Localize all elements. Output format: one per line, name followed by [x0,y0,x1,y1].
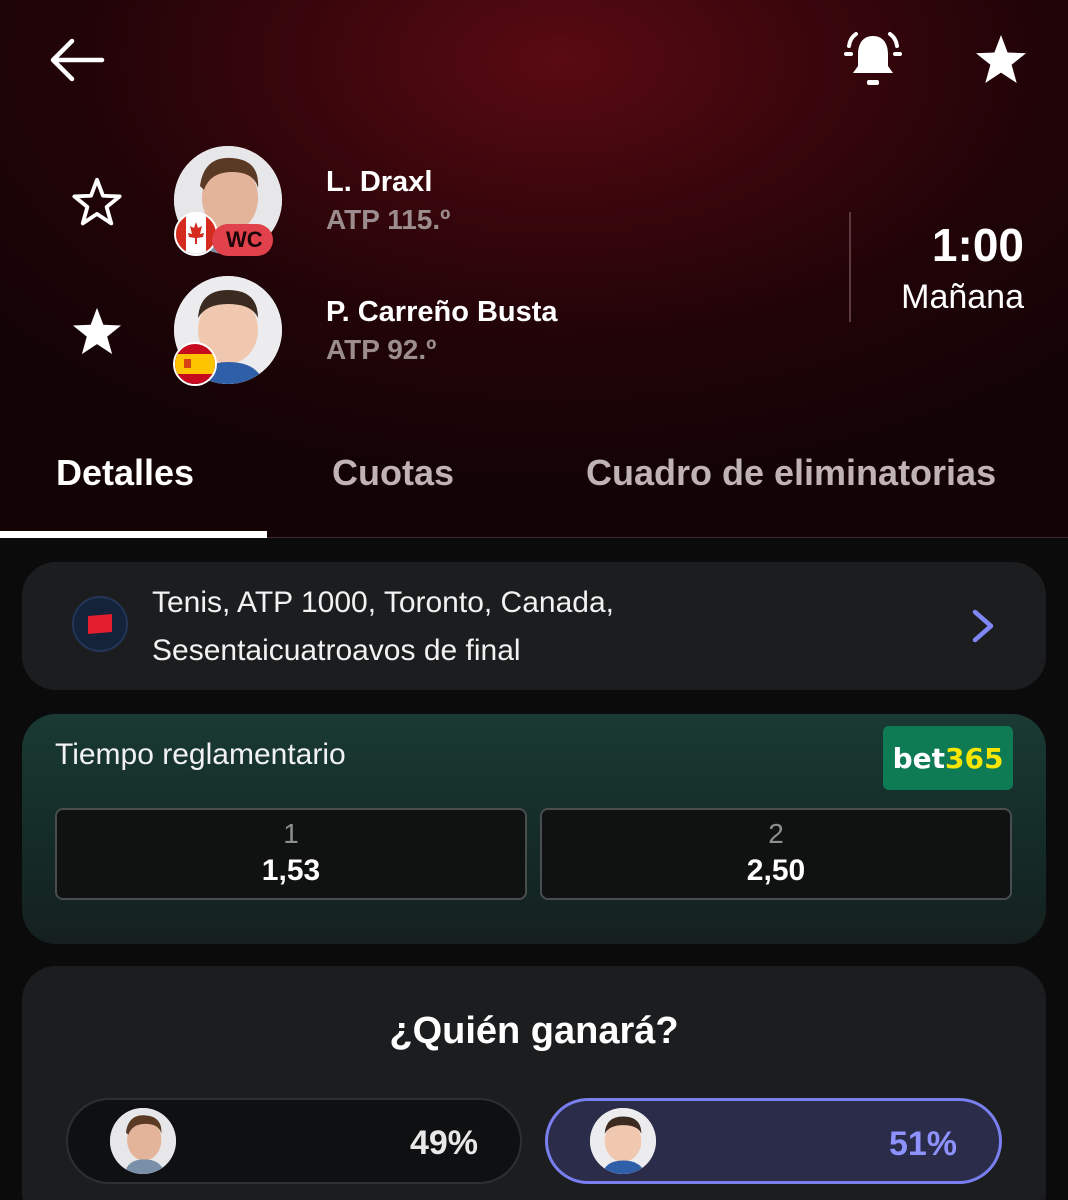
tournament-card[interactable]: Tenis, ATP 1000, Toronto, Canada, Sesent… [22,562,1046,690]
back-button[interactable] [40,30,112,90]
vote-percentage: 51% [888,1125,957,1163]
tab-odds[interactable]: Cuotas [332,452,454,494]
bell-ringing-icon [844,32,902,85]
player-avatar [590,1108,656,1174]
divider [849,212,851,322]
star-filled-icon [72,307,122,355]
odds-market-title: Tiempo reglamentario [55,738,346,771]
star-outline-icon [72,177,122,226]
vote-player-2-button[interactable]: 51% [545,1098,1002,1184]
tab-details[interactable]: Detalles [56,452,194,494]
player-rank: ATP 92.º [326,334,437,365]
active-tab-indicator [0,531,267,538]
tournament-name: Tenis, ATP 1000, Toronto, Canada, [152,586,614,619]
notifications-button[interactable] [838,28,908,92]
match-time: 1:00 [931,219,1024,271]
odds-button-player-2[interactable]: 2 2,50 [540,808,1012,900]
player-avatar [110,1108,176,1174]
player-rank: ATP 115.º [326,204,451,235]
tournament-round: Sesentaicuatroavos de final [152,634,521,667]
tab-draw[interactable]: Cuadro de eliminatorias [586,452,996,494]
vote-card: ¿Quién ganará? 49% 51% [22,966,1046,1200]
spain-flag-icon [173,342,217,386]
vote-percentage: 49% [409,1124,478,1162]
odds-label: 1 [283,818,299,849]
tournament-logo-icon [72,596,128,652]
player-name: L. Draxl [326,166,433,198]
player-name: P. Carreño Busta [326,296,558,328]
star-filled-icon [976,35,1026,83]
player-row[interactable]: P. Carreño Busta ATP 92.º [0,276,840,388]
vote-player-1-button[interactable]: 49% [66,1098,522,1184]
vote-title: ¿Quién ganará? [389,1010,679,1052]
odds-value: 1,53 [261,854,321,887]
wildcard-badge: WC [212,224,273,256]
match-header: WC L. Draxl ATP 115.º P. Carreño Busta A… [0,0,1068,538]
chevron-right-icon [972,609,994,643]
tab-bar: Detalles Cuotas Cuadro de eliminatorias [0,440,1068,538]
odds-value: 2,50 [746,854,806,887]
arrow-left-icon [50,38,105,82]
match-day: Mañana [901,278,1024,316]
odds-label: 2 [768,818,784,849]
favorite-player-button[interactable] [66,302,128,362]
favorite-player-button[interactable] [66,172,128,232]
favorite-match-button[interactable] [968,28,1034,92]
odds-card: Tiempo reglamentario bet 365 1 1,53 2 2,5… [22,714,1046,944]
canada-flag-icon [174,212,218,256]
odds-button-player-1[interactable]: 1 1,53 [55,808,527,900]
bet365-logo[interactable]: bet 365 [883,726,1013,790]
player-row[interactable]: WC L. Draxl ATP 115.º [0,146,840,258]
